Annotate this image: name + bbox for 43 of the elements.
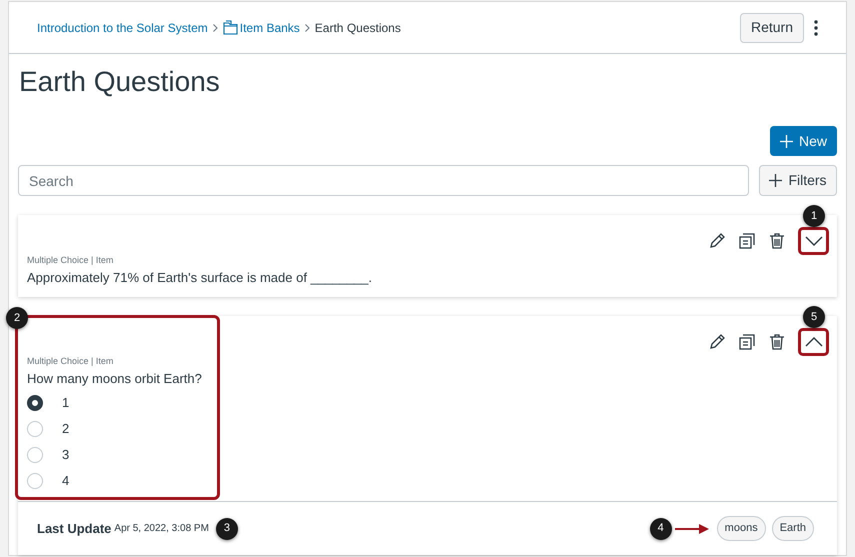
question-type-label: Multiple Choice | Item — [27, 355, 114, 368]
answer-label: 2 — [62, 420, 70, 438]
pencil-icon[interactable] — [708, 333, 726, 351]
tag: Earth — [772, 516, 814, 541]
copy-icon[interactable] — [738, 232, 756, 250]
collapse-button[interactable] — [798, 328, 829, 356]
trash-icon[interactable] — [768, 333, 786, 351]
breadcrumb-link[interactable]: Introduction to the Solar System — [37, 18, 208, 36]
question-text: Approximately 71% of Earth's surface is made of ________. — [27, 268, 372, 287]
answer-label: 3 — [62, 446, 70, 464]
chevron-down-icon — [804, 236, 822, 246]
plus-icon — [780, 134, 793, 148]
filters-button[interactable]: Filters — [759, 165, 837, 196]
arrow-icon — [674, 524, 709, 534]
plus-icon — [769, 174, 782, 187]
last-update-date: Apr 5, 2022, 3:08 PM — [114, 522, 209, 536]
search-field[interactable]: Search — [18, 165, 749, 196]
answer-label: 1 — [62, 394, 70, 412]
question-type-label: Multiple Choice | Item — [27, 254, 114, 267]
expand-button[interactable] — [798, 227, 829, 255]
new-button[interactable]: New — [770, 126, 837, 156]
chevron-right-icon — [304, 24, 310, 32]
tag: moons — [716, 516, 766, 541]
pencil-icon[interactable] — [708, 232, 726, 250]
page-title: Earth Questions — [19, 65, 221, 99]
trash-icon[interactable] — [768, 232, 786, 250]
callout-number: 3 — [216, 518, 238, 540]
breadcrumb-current: Earth Questions — [314, 20, 401, 36]
chevron-right-icon — [212, 24, 218, 32]
last-update-label: Last Update — [37, 520, 112, 538]
folder-icon — [222, 20, 238, 35]
callout-number: 1 — [803, 205, 825, 227]
copy-icon[interactable] — [738, 333, 756, 351]
answer-label: 4 — [62, 472, 70, 490]
return-button[interactable]: Return — [740, 12, 804, 42]
breadcrumb-link[interactable]: Item Banks — [240, 18, 300, 36]
chevron-up-icon — [804, 337, 822, 347]
callout-number: 5 — [803, 306, 825, 328]
radio-button[interactable] — [27, 395, 43, 411]
question-text: How many moons orbit Earth? — [27, 370, 202, 388]
callout-number: 4 — [650, 518, 672, 540]
callout-number: 2 — [6, 307, 28, 329]
more-options-icon[interactable] — [814, 20, 818, 36]
